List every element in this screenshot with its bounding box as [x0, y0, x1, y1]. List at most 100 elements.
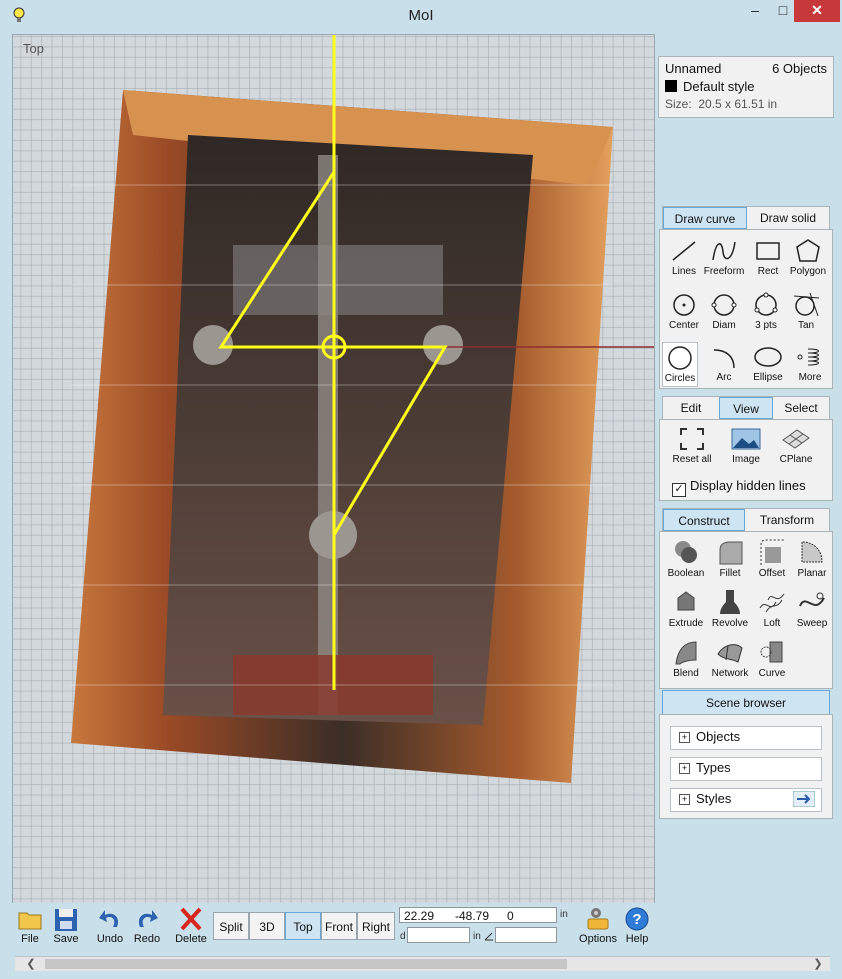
helix-icon — [797, 348, 819, 366]
revolve-tool[interactable]: Revolve — [706, 588, 754, 629]
sweep-label: Sweep — [796, 618, 828, 629]
options-label: Options — [579, 933, 617, 945]
polygon-label: Polygon — [789, 266, 827, 277]
image-button[interactable]: Image — [722, 426, 770, 465]
maximize-button[interactable]: □ — [772, 0, 794, 22]
reset-all-button[interactable]: Reset all — [668, 426, 716, 465]
scene-item-label: Styles — [696, 791, 732, 806]
distance-input[interactable] — [407, 927, 470, 943]
view-top[interactable]: Top — [285, 912, 321, 940]
ellipse-icon — [754, 347, 782, 367]
circle-diam-tool[interactable]: Diam — [700, 292, 748, 331]
freeform-tool[interactable]: Freeform — [700, 238, 748, 277]
scene-item-label: Objects — [696, 729, 741, 744]
coord-unit: in — [560, 909, 568, 920]
cplane-button[interactable]: CPlane — [772, 426, 820, 465]
save-icon — [55, 909, 77, 931]
minimize-button[interactable]: – — [738, 0, 772, 22]
angle-icon — [484, 932, 493, 941]
ellipse-category[interactable]: Ellipse — [744, 344, 792, 383]
scene-browser-button[interactable]: Scene browser — [662, 690, 830, 716]
distance-unit: in — [473, 931, 481, 942]
delete-button[interactable]: Delete — [171, 905, 211, 945]
fillet-tool[interactable]: Fillet — [706, 538, 754, 579]
tab-edit[interactable]: Edit — [663, 397, 719, 419]
file-button[interactable]: File — [10, 905, 50, 945]
offset-icon — [760, 539, 785, 565]
redo-icon — [138, 910, 158, 927]
view-split[interactable]: Split — [213, 912, 249, 940]
extrude-tool[interactable]: Extrude — [662, 588, 710, 629]
view-right[interactable]: Right — [357, 912, 395, 940]
curve-icon — [760, 641, 783, 663]
save-button[interactable]: Save — [46, 905, 86, 945]
arrow-right-icon[interactable] — [793, 791, 815, 807]
reset-view-icon — [680, 428, 704, 450]
polygon-icon — [796, 239, 820, 262]
scrollbar-thumb[interactable] — [45, 959, 567, 969]
tab-draw-curve[interactable]: Draw curve — [663, 207, 747, 229]
tab-view[interactable]: View — [719, 397, 773, 419]
title-bar: MoI – □ ✕ — [0, 0, 842, 30]
display-hidden-lines-row[interactable]: ✓ Display hidden lines — [672, 478, 806, 497]
coordinate-readout[interactable]: 22.29 -48.79 0 — [399, 907, 557, 923]
close-button[interactable]: ✕ — [794, 0, 840, 22]
angle-input[interactable] — [495, 927, 557, 943]
help-button[interactable]: ? Help — [617, 905, 657, 945]
photo-bolt-left — [193, 325, 233, 365]
fillet-label: Fillet — [719, 568, 741, 579]
circles-category[interactable]: Circles — [662, 342, 698, 387]
viewport-label: Top — [23, 41, 44, 56]
horizontal-scrollbar[interactable]: ❮ ❯ — [15, 956, 830, 971]
scene-types[interactable]: + Types — [670, 757, 822, 781]
tab-construct[interactable]: Construct — [663, 509, 745, 531]
planar-tool[interactable]: Planar — [788, 538, 836, 579]
planar-icon — [801, 541, 823, 563]
blend-tool[interactable]: Blend — [662, 638, 710, 679]
display-hidden-lines-label: Display hidden lines — [690, 478, 806, 493]
sweep-tool[interactable]: Sweep — [788, 588, 836, 629]
tab-draw-solid[interactable]: Draw solid — [747, 207, 829, 229]
revolve-label: Revolve — [711, 618, 749, 629]
extrude-label: Extrude — [668, 618, 704, 629]
lines-icon — [672, 241, 696, 261]
more-category[interactable]: More — [786, 344, 834, 383]
style-row[interactable]: Default style — [665, 79, 755, 94]
boolean-tool[interactable]: Boolean — [662, 538, 710, 579]
display-hidden-lines-checkbox[interactable]: ✓ — [672, 483, 686, 497]
delete-icon — [180, 907, 202, 931]
polygon-tool[interactable]: Polygon — [784, 238, 832, 277]
tab-transform[interactable]: Transform — [745, 509, 829, 531]
tab-select[interactable]: Select — [773, 397, 829, 419]
undo-button[interactable]: Undo — [90, 905, 130, 945]
network-tool[interactable]: Network — [706, 638, 754, 679]
loft-icon — [759, 593, 785, 613]
view-front[interactable]: Front — [321, 912, 357, 940]
more-label: More — [798, 372, 822, 383]
scroll-right-icon[interactable]: ❯ — [810, 957, 826, 971]
save-label: Save — [53, 933, 79, 945]
redo-button[interactable]: Redo — [127, 905, 167, 945]
document-name: Unnamed — [665, 61, 722, 76]
scene-item-label: Types — [696, 760, 731, 775]
top-viewport[interactable]: Top — [12, 34, 655, 904]
view-3d[interactable]: 3D — [249, 912, 285, 940]
sweep-icon — [799, 592, 825, 607]
freeform-label: Freeform — [703, 266, 745, 277]
help-icon: ? — [625, 907, 649, 931]
arc-label: Arc — [716, 372, 732, 383]
scene-objects[interactable]: + Objects — [670, 726, 822, 750]
view-tools: Reset all Image CPlane ✓ Display hidden l… — [659, 419, 833, 501]
arc-category[interactable]: Arc — [700, 344, 748, 383]
scroll-left-icon[interactable]: ❮ — [23, 957, 39, 971]
circle-diameter-icon — [711, 294, 737, 316]
size-label: Size: — [665, 97, 692, 111]
curve-tool[interactable]: Curve — [748, 638, 796, 679]
scene-styles[interactable]: + Styles — [670, 788, 822, 812]
image-icon — [731, 428, 761, 450]
circle-tan-tool[interactable]: Tan — [782, 292, 830, 331]
coord-x: 22.29 — [404, 909, 435, 923]
arc-icon — [713, 349, 735, 369]
options-button[interactable]: Options — [578, 905, 618, 945]
file-label: File — [21, 933, 39, 945]
